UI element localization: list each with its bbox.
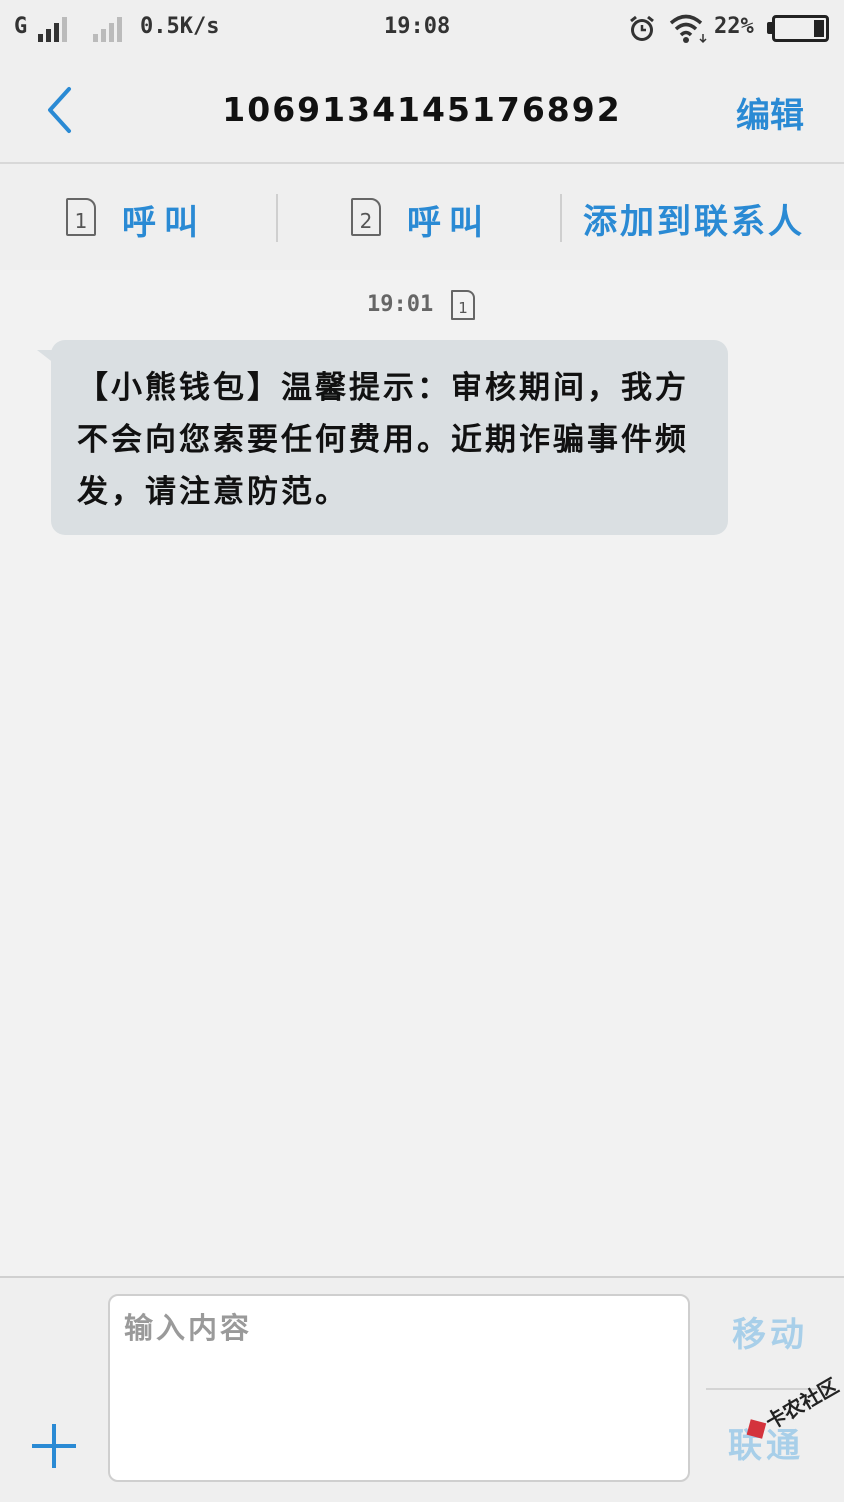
divider xyxy=(560,194,562,242)
signal-strength-sim2-icon xyxy=(93,16,127,42)
network-speed: 0.5K/s xyxy=(140,14,220,39)
signal-strength-icon xyxy=(38,16,72,42)
add-to-contacts-button[interactable]: 添加到联系人 xyxy=(583,194,805,243)
call-actions-bar: 1 呼叫 2 呼叫 添加到联系人 xyxy=(0,164,844,270)
header: 1069134145176892 编辑 xyxy=(0,58,844,164)
call-sim1-label: 呼叫 xyxy=(122,203,206,243)
alarm-icon xyxy=(630,15,654,41)
message-timestamp: 19:01 xyxy=(367,292,434,317)
sim-card-1-icon: 1 xyxy=(66,198,96,236)
clock: 19:08 xyxy=(384,14,451,39)
message-input-placeholder: 输入内容 xyxy=(124,1311,253,1345)
battery-percent: 22% xyxy=(714,14,754,39)
add-attachment-button[interactable] xyxy=(32,1424,76,1468)
network-type: G xyxy=(14,14,28,39)
message-timestamp-row: 19:01 1 xyxy=(0,290,844,324)
sim-card-2-icon: 2 xyxy=(351,198,381,236)
message-text: 【小熊钱包】温馨提示：审核期间，我方不会向您索要任何费用。近期诈骗事件频发，请注… xyxy=(77,370,689,510)
watermark-logo-icon xyxy=(746,1418,766,1439)
call-sim2-label: 呼叫 xyxy=(407,203,491,243)
battery-level xyxy=(814,20,824,37)
battery-tip xyxy=(767,22,772,34)
edit-button[interactable]: 编辑 xyxy=(736,88,804,137)
battery-icon xyxy=(772,15,829,42)
wifi-icon xyxy=(669,14,707,44)
call-sim1-button[interactable]: 1 呼叫 xyxy=(66,194,206,243)
send-sim1-button[interactable]: 移动 xyxy=(732,1307,808,1356)
call-sim2-button[interactable]: 2 呼叫 xyxy=(351,194,491,243)
sim-card-1-icon: 1 xyxy=(451,290,475,320)
page-title: 1069134145176892 xyxy=(222,90,622,129)
divider xyxy=(276,194,278,242)
status-bar: G 0.5K/s 19:08 22% xyxy=(0,0,844,58)
